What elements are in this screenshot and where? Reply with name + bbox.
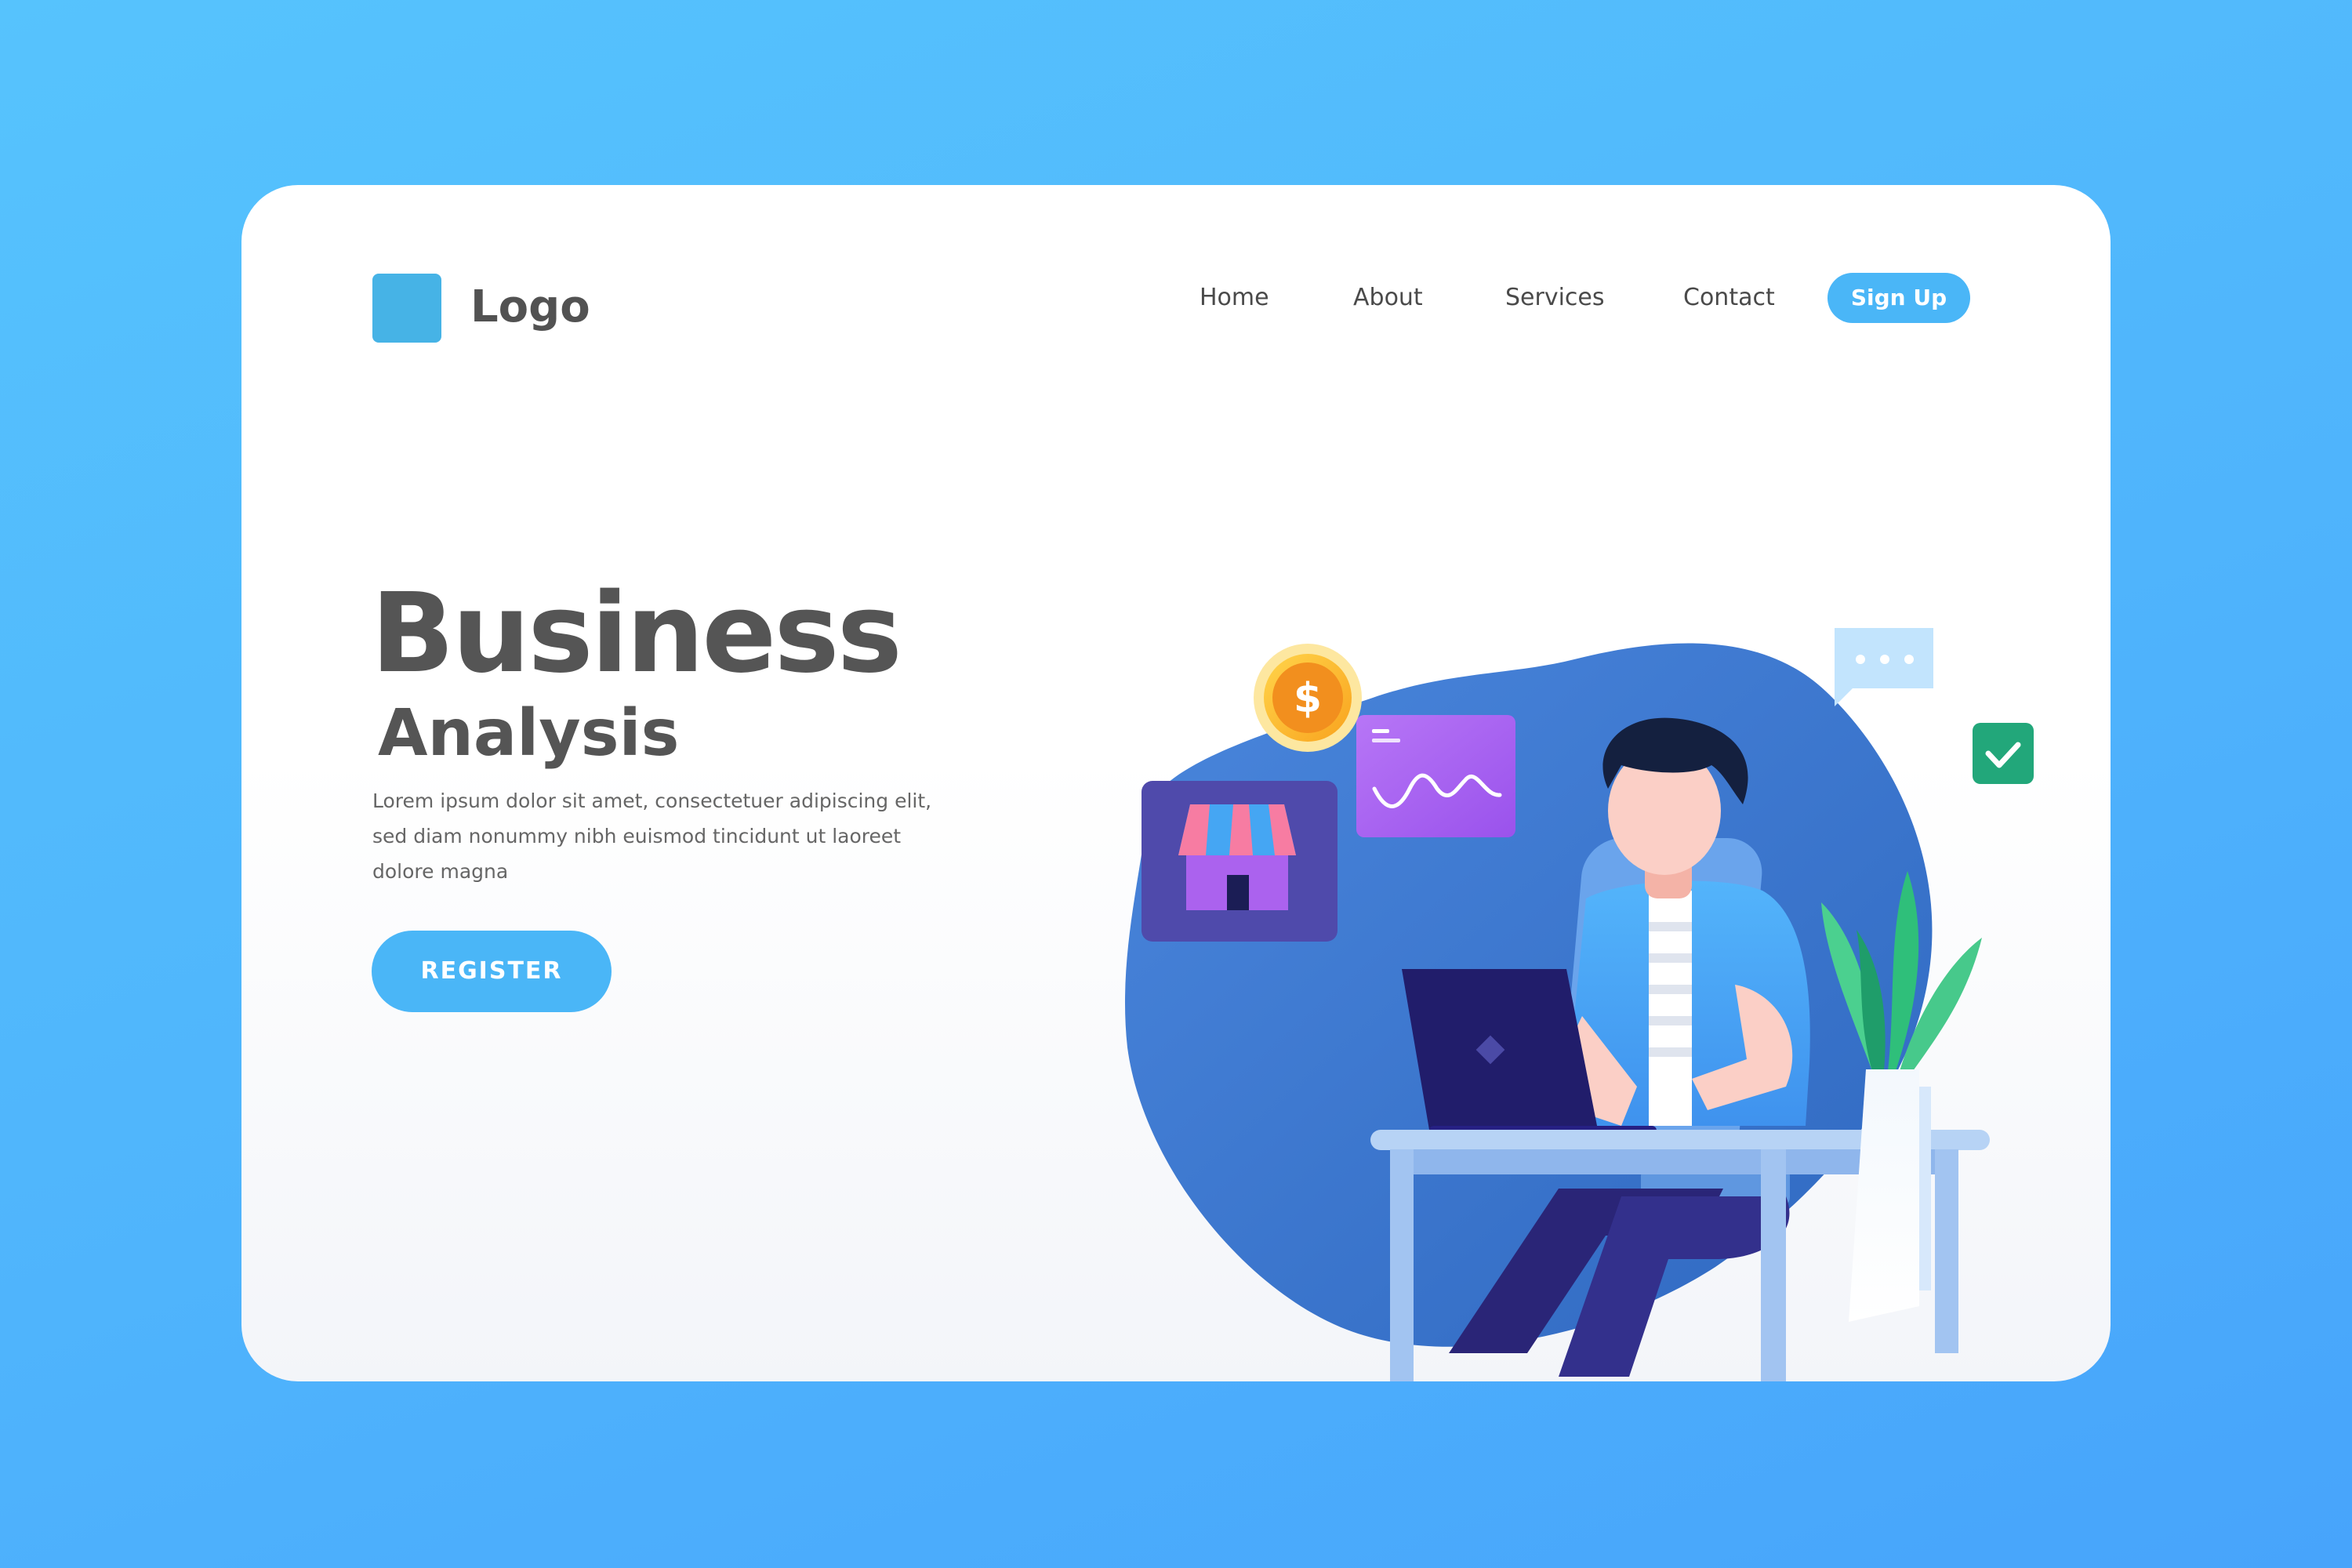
register-button[interactable]: REGISTER — [372, 931, 612, 1012]
nav-about[interactable]: About — [1353, 282, 1423, 314]
dollar-coin-icon: $ — [1254, 644, 1362, 752]
hero-description: Lorem ipsum dolor sit amet, consectetuer… — [372, 789, 932, 883]
business-illustration: $ — [1124, 628, 2034, 1381]
hero-subtitle: Analysis — [378, 696, 680, 771]
checkmark-icon — [1973, 723, 2034, 784]
coin-symbol: $ — [1294, 675, 1322, 722]
chat-bubble-icon — [1835, 628, 1933, 706]
nav-home[interactable]: Home — [1200, 282, 1269, 314]
store-icon — [1142, 781, 1338, 942]
landing-card: Logo Home About Services Contact Sign Up… — [241, 185, 2111, 1381]
logo-text[interactable]: Logo — [470, 279, 590, 336]
nav-contact[interactable]: Contact — [1683, 282, 1775, 314]
logo-icon[interactable] — [372, 274, 441, 343]
nav-services[interactable]: Services — [1505, 282, 1605, 314]
wave-chart-icon — [1356, 715, 1515, 837]
signup-button[interactable]: Sign Up — [1828, 273, 1970, 323]
hero-title: Business — [371, 570, 902, 698]
